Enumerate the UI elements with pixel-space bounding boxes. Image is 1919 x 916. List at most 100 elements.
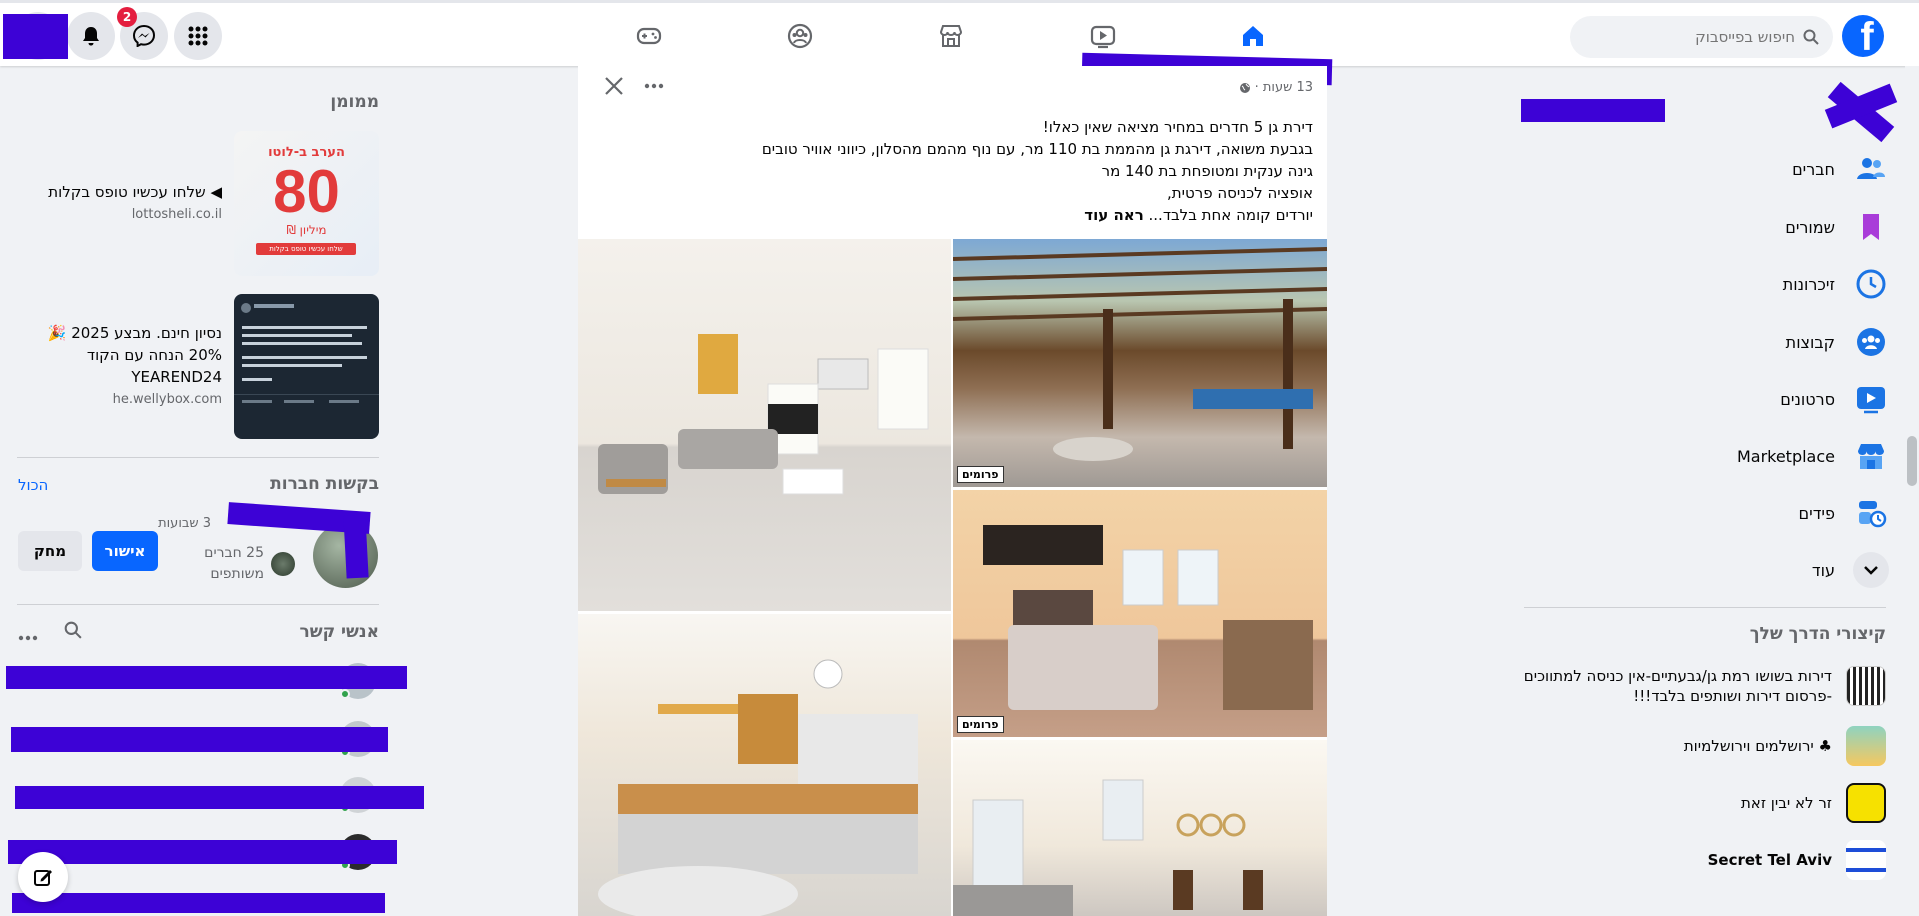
sponsored-ad[interactable]: הערב ב-לוטו 80 מיליון ₪ שלחו עכשיו טופס … (17, 131, 379, 277)
tab-gaming[interactable] (593, 7, 705, 65)
page-scrollbar-track[interactable] (1905, 66, 1919, 916)
shortcut-thumbnail (1846, 726, 1886, 766)
contacts-search-button[interactable] (64, 621, 82, 643)
top-navigation-bar: f 2 (0, 0, 1919, 69)
shortcut-item[interactable]: ♣ ירושלמים וירושלמיות (1516, 726, 1886, 766)
contacts-heading: אנשי קשר (299, 622, 379, 642)
post-photo-living-room[interactable] (578, 239, 951, 611)
post-line: אופציה לכניסה פרטית, (1167, 184, 1313, 202)
left-divider (17, 604, 379, 605)
post-line: יורדים קומה אחת בלבד... ראה עוד (613, 204, 1313, 226)
sidebar-item-friends[interactable]: חברים (1519, 143, 1889, 195)
sidebar-item-memories[interactable]: זיכרונות (1519, 258, 1889, 310)
search-bar[interactable] (1570, 16, 1833, 58)
grid-menu-icon (188, 26, 208, 46)
post-body: דירת גן 5 חדרים במחיר מציאה שאין כאלו! ב… (613, 116, 1313, 226)
search-icon (1803, 29, 1819, 45)
photo-watermark: פרומים (957, 466, 1004, 483)
living-room-illustration (598, 334, 929, 495)
delete-request-button[interactable]: מחק (18, 531, 82, 571)
shortcut-label: זר לא יבין זאת (1740, 794, 1832, 812)
globe-icon (1239, 82, 1250, 93)
sidebar-item-saved[interactable]: שמורים (1519, 201, 1889, 253)
gamepad-icon (636, 27, 662, 45)
sidebar-item-marketplace[interactable]: Marketplace (1519, 430, 1889, 482)
video-icon (1090, 25, 1116, 49)
sidebar-divider (1524, 607, 1886, 608)
friend-request-time: 3 שבועות (158, 516, 211, 531)
redaction (6, 666, 407, 689)
dining-illustration (953, 779, 1263, 916)
post-photo-bedroom[interactable]: פרומים (953, 490, 1327, 737)
ad-image-lotto[interactable]: הערב ב-לוטו 80 מיליון ₪ שלחו עכשיו טופס … (234, 131, 379, 276)
tab-marketplace[interactable] (895, 7, 1007, 65)
bookmark-icon (1853, 209, 1889, 245)
shortcut-thumbnail (1846, 666, 1886, 706)
shortcuts-heading: קיצורי הדרך שלך (1749, 624, 1886, 644)
post-line: דירת גן 5 חדרים במחיר מציאה שאין כאלו! (1042, 118, 1313, 136)
notifications-button[interactable] (67, 12, 115, 60)
more-horizontal-icon (644, 83, 664, 89)
left-divider (17, 457, 379, 458)
post-photo-garden[interactable]: פרומים (953, 239, 1327, 487)
sidebar-item-label: עוד (1811, 560, 1835, 580)
ad-title[interactable]: נסיון חינם. מבצע 2025 🎉 20% הנחה עם הקוד… (22, 322, 222, 388)
feeds-icon (1853, 495, 1889, 531)
sidebar-item-label: שמורים (1785, 217, 1835, 237)
redaction (3, 14, 68, 59)
redaction (8, 840, 397, 864)
more-horizontal-icon (18, 635, 38, 641)
post-photo-dining[interactable] (953, 740, 1327, 916)
logo-letter: f (1860, 15, 1874, 57)
facebook-logo[interactable]: f (1842, 15, 1884, 57)
page-scrollbar-thumb[interactable] (1907, 436, 1917, 486)
mutual-friend-avatar (271, 552, 295, 576)
shortcut-thumbnail (1846, 840, 1886, 880)
sidebar-item-videos[interactable]: סרטונים (1519, 373, 1889, 425)
close-icon (605, 77, 623, 95)
sidebar-item-label: קבוצות (1785, 332, 1835, 352)
tab-groups[interactable] (744, 7, 856, 65)
sidebar-item-groups[interactable]: קבוצות (1519, 316, 1889, 368)
sidebar-item-more[interactable]: עוד (1519, 544, 1889, 596)
redaction (343, 514, 369, 579)
bell-icon (83, 27, 99, 46)
shortcut-label: ♣ ירושלמים וירושלמיות (1683, 737, 1832, 755)
post-line-text: יורדים קומה אחת בלבד... (1148, 206, 1313, 224)
ad-image-wellybox[interactable] (234, 294, 379, 439)
groups-icon (787, 23, 813, 49)
sidebar-item-label: סרטונים (1780, 389, 1835, 409)
menu-button[interactable] (174, 12, 222, 60)
sidebar-item-feeds[interactable]: פידים (1519, 487, 1889, 539)
post-line: בגבעת משואה, דירגת גן מהממת בת 110 מר, ע… (761, 140, 1313, 158)
ad-screenshot-illustration (234, 303, 379, 403)
photo-watermark: פרומים (957, 716, 1004, 733)
redaction (12, 893, 385, 913)
search-icon (64, 621, 82, 639)
confirm-request-button[interactable]: אישור (92, 531, 158, 571)
new-message-button[interactable] (18, 852, 68, 902)
post-photo-kitchen[interactable] (578, 614, 951, 916)
ad-image-number: 80 (273, 158, 340, 225)
ad-title[interactable]: ◀ שלחו עכשיו טופס בקלות (22, 181, 222, 203)
clock-icon (1853, 266, 1889, 302)
store-icon (1853, 438, 1889, 474)
post-time[interactable]: 13 שעות · (1255, 80, 1313, 95)
shortcut-thumbnail (1846, 783, 1886, 823)
search-input[interactable] (1595, 28, 1795, 46)
friend-requests-see-all-link[interactable]: הכול (18, 476, 48, 494)
shortcut-item[interactable]: דירות בשושו רמת גן/גבעתיים-אין כניסה למת… (1516, 666, 1886, 706)
home-icon (1243, 26, 1263, 46)
redaction (1521, 99, 1665, 122)
close-button[interactable] (600, 72, 628, 100)
see-more-link[interactable]: ראה עוד (1084, 206, 1143, 224)
ad-url: he.wellybox.com (112, 392, 222, 407)
sponsored-ad[interactable]: נסיון חינם. מבצע 2025 🎉 20% הנחה עם הקוד… (17, 294, 379, 440)
shortcut-item[interactable]: Secret Tel Aviv (1516, 840, 1886, 880)
shortcut-label: דירות בשושו רמת גן/גבעתיים-אין כניסה למת… (1523, 667, 1832, 705)
friend-requests-heading: בקשות חברות (270, 474, 379, 494)
shortcut-item[interactable]: זר לא יבין זאת (1516, 783, 1886, 823)
contacts-options-button[interactable] (18, 626, 38, 645)
post-options-button[interactable] (640, 72, 668, 100)
post-meta: 13 שעות · (1239, 80, 1313, 95)
